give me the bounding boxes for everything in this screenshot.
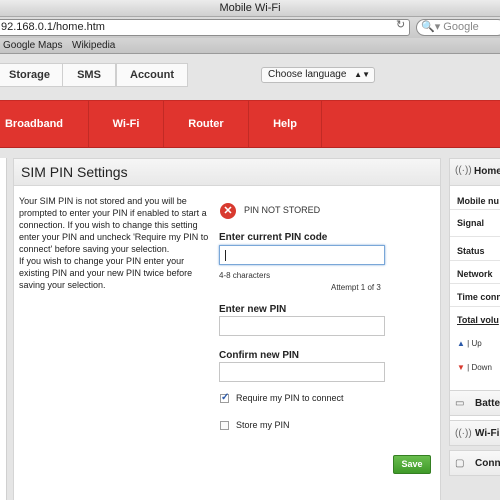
- confirm-pin-label: Confirm new PIN: [219, 350, 300, 361]
- address-row: 92.168.0.1/home.htm ↻ 🔍▾ Google: [0, 17, 500, 38]
- left-panel-edge: [0, 158, 7, 500]
- tab-account[interactable]: Account: [116, 63, 188, 87]
- sidebar-wifi[interactable]: ((·)) Wi-Fi: [449, 420, 500, 446]
- upload-label: | Up: [467, 339, 482, 348]
- monitor-icon: ▢: [455, 458, 465, 469]
- sidebar-row-mobile-number: Mobile nu: [457, 196, 499, 206]
- bookmark-google-maps[interactable]: Google Maps: [3, 38, 62, 53]
- top-tabs: Storage SMS Account: [0, 63, 500, 87]
- address-bar[interactable]: 92.168.0.1/home.htm: [0, 19, 410, 36]
- sidebar-home-header: ((·)) Home: [450, 159, 500, 186]
- tab-storage[interactable]: Storage: [0, 63, 63, 87]
- divider: [450, 260, 500, 261]
- pin-hint: 4-8 characters: [219, 271, 271, 280]
- current-pin-input[interactable]: [219, 245, 385, 265]
- search-icon: 🔍▾: [421, 21, 441, 33]
- upload-indicator: ▲ | Up: [457, 339, 482, 348]
- download-label: | Down: [467, 363, 492, 372]
- page-title: SIM PIN Settings: [14, 159, 440, 186]
- wifi-icon: ((·)): [455, 428, 472, 439]
- antenna-icon: ((·)): [455, 165, 472, 176]
- language-select[interactable]: Choose language ▲▼: [261, 67, 375, 83]
- sidebar-row-network: Network: [457, 269, 493, 279]
- select-arrows-icon: ▲▼: [354, 70, 370, 79]
- search-placeholder: Google: [443, 21, 479, 33]
- sidebar-row-total-volume[interactable]: Total volu: [457, 315, 500, 325]
- sim-pin-panel: SIM PIN Settings Your SIM PIN is not sto…: [13, 158, 441, 500]
- nav-broadband[interactable]: Broadband: [0, 101, 68, 147]
- reload-icon[interactable]: ↻: [396, 18, 408, 32]
- pin-status: ✕ PIN NOT STORED: [220, 203, 400, 221]
- store-pin-checkbox[interactable]: [220, 421, 229, 430]
- battery-icon: ▭: [455, 398, 465, 409]
- tab-sms[interactable]: SMS: [62, 63, 116, 87]
- language-select-value: Choose language: [268, 69, 347, 80]
- require-pin-label: Require my PIN to connect: [236, 393, 344, 403]
- store-pin-label: Store my PIN: [236, 420, 290, 430]
- up-arrow-icon: ▲: [457, 339, 465, 348]
- download-indicator: ▼ | Down: [457, 363, 492, 372]
- bookmark-wikipedia[interactable]: Wikipedia: [72, 38, 115, 53]
- attempt-counter: Attempt 1 of 3: [331, 283, 381, 292]
- nav-divider: [321, 101, 322, 147]
- bookmarks-bar: Google Maps Wikipedia: [0, 38, 500, 54]
- description-text: If you wish to change your PIN enter you…: [19, 256, 193, 290]
- status-text: PIN NOT STORED: [244, 205, 321, 215]
- divider: [450, 306, 500, 307]
- router-page: Storage SMS Account Choose language ▲▼ B…: [0, 54, 500, 500]
- save-button[interactable]: Save: [393, 455, 431, 474]
- nav-wifi[interactable]: Wi-Fi: [89, 101, 163, 147]
- window-title: Mobile Wi-Fi: [0, 0, 500, 17]
- sidebar-home-title: Home: [474, 166, 500, 177]
- sidebar-battery-label: Batte: [475, 398, 500, 409]
- nav-router[interactable]: Router: [164, 101, 248, 147]
- sidebar-battery[interactable]: ▭ Batte: [449, 390, 500, 416]
- checkmark-icon: ✓: [221, 392, 230, 403]
- nav-help[interactable]: Help: [249, 101, 321, 147]
- require-pin-checkbox[interactable]: ✓: [220, 392, 230, 403]
- divider: [450, 209, 500, 210]
- main-nav: Broadband Wi-Fi Router Help: [0, 100, 500, 148]
- new-pin-input[interactable]: [219, 316, 385, 336]
- sidebar-connections-label: Conn: [475, 458, 500, 469]
- divider: [450, 236, 500, 237]
- new-pin-label: Enter new PIN: [219, 304, 287, 315]
- description-text: Your SIM PIN is not stored and you will …: [19, 196, 209, 254]
- down-arrow-icon: ▼: [457, 363, 465, 372]
- sim-pin-description: Your SIM PIN is not stored and you will …: [19, 195, 214, 291]
- sidebar-wifi-label: Wi-Fi: [475, 428, 500, 439]
- text-caret: [225, 250, 226, 261]
- current-pin-label: Enter current PIN code: [219, 232, 328, 243]
- sidebar-row-time-connected: Time conn: [457, 292, 500, 302]
- error-x-icon: ✕: [220, 203, 236, 219]
- sidebar-connections[interactable]: ▢ Conn: [449, 450, 500, 476]
- search-input[interactable]: 🔍▾ Google: [416, 19, 500, 36]
- divider: [450, 283, 500, 284]
- sidebar-row-status: Status: [457, 246, 485, 256]
- sidebar-row-signal: Signal: [457, 218, 485, 228]
- confirm-pin-input[interactable]: [219, 362, 385, 382]
